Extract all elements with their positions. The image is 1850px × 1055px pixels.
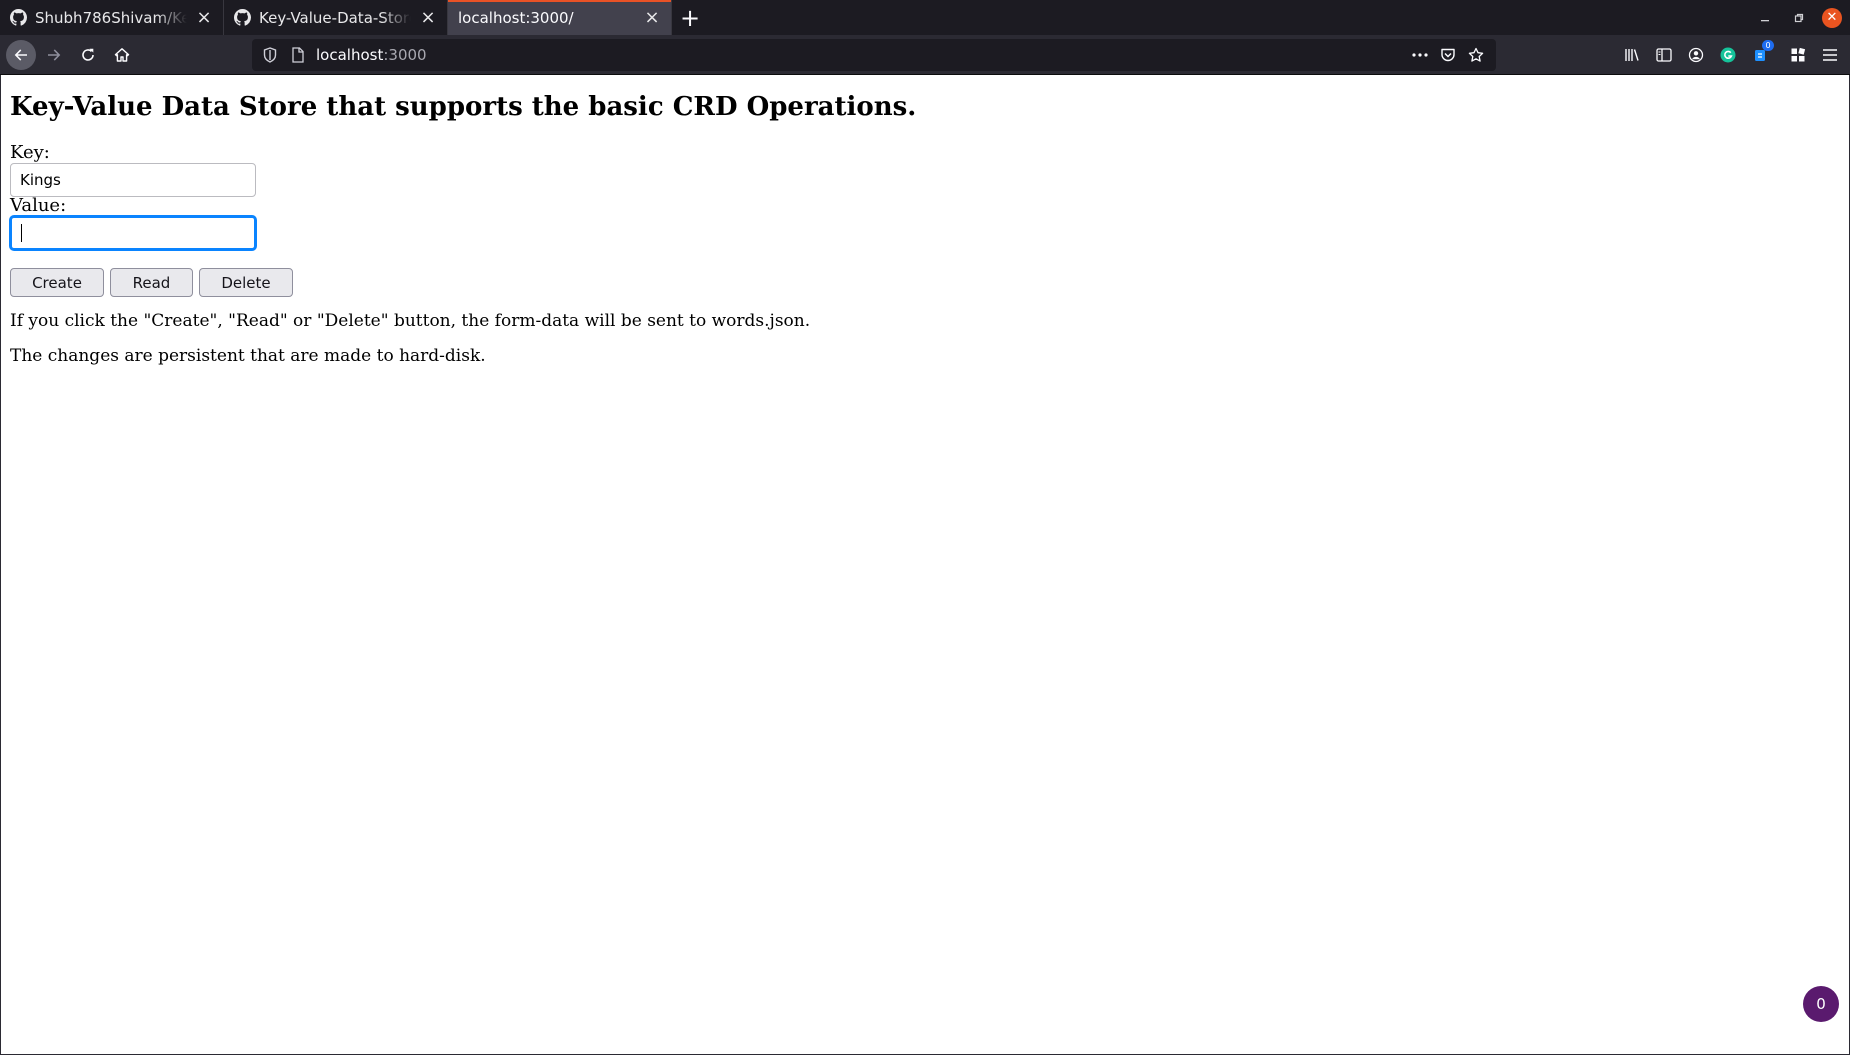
page-viewport: Key-Value Data Store that supports the b… <box>0 75 1850 1055</box>
page-actions-icon[interactable] <box>1406 53 1434 57</box>
value-label: Value: <box>10 195 67 216</box>
extension-icon[interactable]: 0 <box>1744 39 1776 71</box>
tab-github-readme[interactable]: Key-Value-Data-Store/RE × <box>224 0 448 35</box>
url-port: :3000 <box>383 46 427 64</box>
create-button[interactable]: Create <box>10 268 104 297</box>
read-button[interactable]: Read <box>110 268 193 297</box>
tab-title: Key-Value-Data-Store/RE <box>259 8 411 27</box>
tab-bar: Shubh786Shivam/Key-Va × Key-Value-Data-S… <box>0 0 1850 35</box>
delete-button[interactable]: Delete <box>199 268 293 297</box>
close-icon[interactable]: × <box>419 8 437 27</box>
close-icon[interactable]: × <box>195 8 213 27</box>
pocket-icon[interactable] <box>1434 47 1462 63</box>
tab-localhost[interactable]: localhost:3000/ × <box>448 0 672 35</box>
key-input[interactable]: Kings <box>10 163 256 197</box>
home-icon[interactable] <box>106 39 138 71</box>
toolbar-right: 0 <box>1616 35 1850 75</box>
address-bar[interactable]: localhost:3000 <box>252 39 1496 71</box>
github-icon <box>234 9 251 26</box>
tab-title: Shubh786Shivam/Key-Va <box>35 8 187 27</box>
url-text[interactable]: localhost:3000 <box>316 46 427 64</box>
close-icon[interactable]: × <box>643 8 661 27</box>
text-caret <box>21 224 22 242</box>
navigation-toolbar: localhost:3000 0 <box>0 35 1850 75</box>
url-host: localhost <box>316 46 384 64</box>
tab-title: localhost:3000/ <box>458 8 574 27</box>
forward-arrow-icon[interactable] <box>38 39 70 71</box>
github-icon <box>10 9 27 26</box>
window-close-icon[interactable]: ✕ <box>1822 7 1842 28</box>
library-icon[interactable] <box>1616 39 1648 71</box>
tracking-shield-icon[interactable] <box>260 47 280 63</box>
sidebar-icon[interactable] <box>1648 39 1680 71</box>
reload-icon[interactable] <box>72 39 104 71</box>
persistence-text: The changes are persistent that are made… <box>10 346 486 366</box>
info-text: If you click the "Create", "Read" or "De… <box>10 311 811 331</box>
floating-counter-badge[interactable]: 0 <box>1803 986 1839 1022</box>
bookmark-star-icon[interactable] <box>1462 47 1490 63</box>
extension-badge: 0 <box>1762 40 1774 51</box>
value-input[interactable] <box>10 216 256 250</box>
key-input-value: Kings <box>20 171 61 189</box>
tab-github-repo[interactable]: Shubh786Shivam/Key-Va × <box>0 0 224 35</box>
page-title: Key-Value Data Store that supports the b… <box>10 92 917 122</box>
back-arrow-icon[interactable] <box>6 39 36 70</box>
window-controls: ✕ <box>1748 0 1850 35</box>
extensions-puzzle-icon[interactable] <box>1782 39 1814 71</box>
url-actions <box>1406 39 1490 71</box>
restore-icon[interactable] <box>1782 0 1816 35</box>
menu-icon[interactable] <box>1814 39 1846 71</box>
key-label: Key: <box>10 142 50 163</box>
grammarly-icon[interactable] <box>1712 39 1744 71</box>
minimize-icon[interactable] <box>1748 0 1782 35</box>
account-icon[interactable] <box>1680 39 1712 71</box>
new-tab-button[interactable]: + <box>672 0 708 35</box>
page-info-icon[interactable] <box>288 47 308 63</box>
